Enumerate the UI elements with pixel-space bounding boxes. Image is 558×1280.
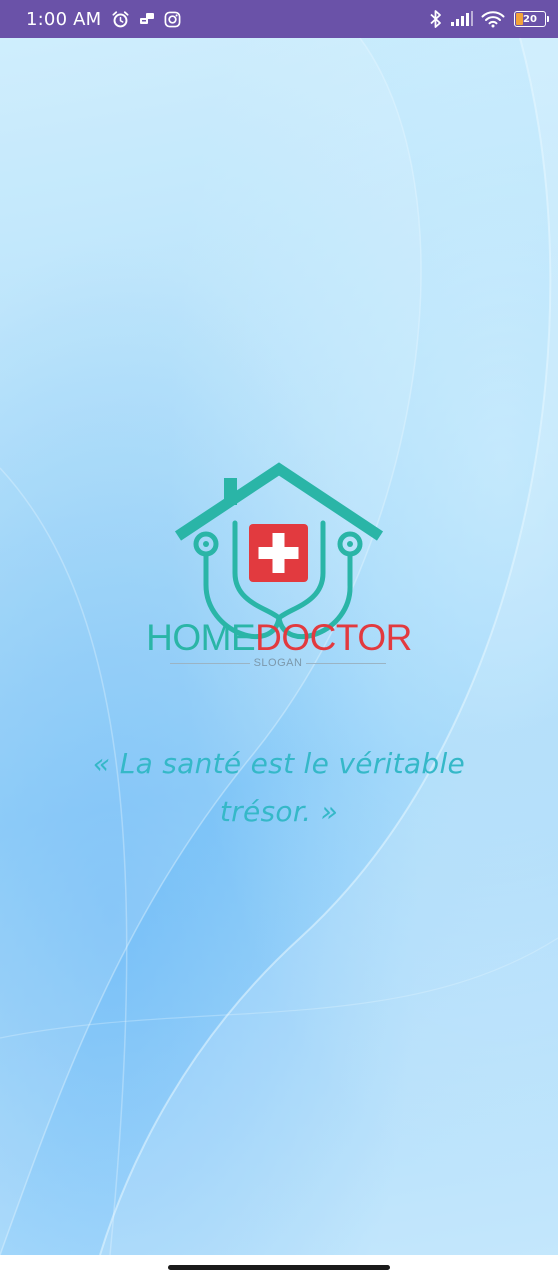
slogan-row: SLOGAN xyxy=(170,656,387,670)
slogan-text: SLOGAN xyxy=(253,657,303,669)
quote-line-1: « La santé est le véritable xyxy=(92,747,466,780)
quote-line-2: trésor. » xyxy=(219,795,339,828)
battery-level: 20 xyxy=(523,13,537,25)
status-time: 1:00 AM xyxy=(26,8,102,30)
alarm-icon xyxy=(111,10,130,29)
wifi-icon xyxy=(481,10,505,28)
battery-icon: 20 xyxy=(514,11,549,27)
brand-name: HOMEDOCTOR xyxy=(0,618,558,658)
signal-icon xyxy=(450,11,474,27)
status-icons-left xyxy=(111,10,181,29)
battery-fill xyxy=(516,13,523,25)
notification-icon xyxy=(138,11,156,27)
status-bar: 1:00 AM 20 xyxy=(0,0,558,38)
slogan-line-right xyxy=(306,662,387,664)
instagram-icon xyxy=(164,11,181,28)
bluetooth-icon xyxy=(429,9,443,29)
splash-screen: HOMEDOCTOR SLOGAN « La santé est le véri… xyxy=(0,38,558,1255)
brand-home: HOME xyxy=(146,617,256,658)
home-indicator[interactable] xyxy=(168,1265,390,1270)
slogan-line-left xyxy=(170,662,250,664)
brand-doctor: DOCTOR xyxy=(255,617,412,658)
quote-text: « La santé est le véritable trésor. » xyxy=(40,740,518,836)
status-icons-right: 20 xyxy=(429,9,549,29)
